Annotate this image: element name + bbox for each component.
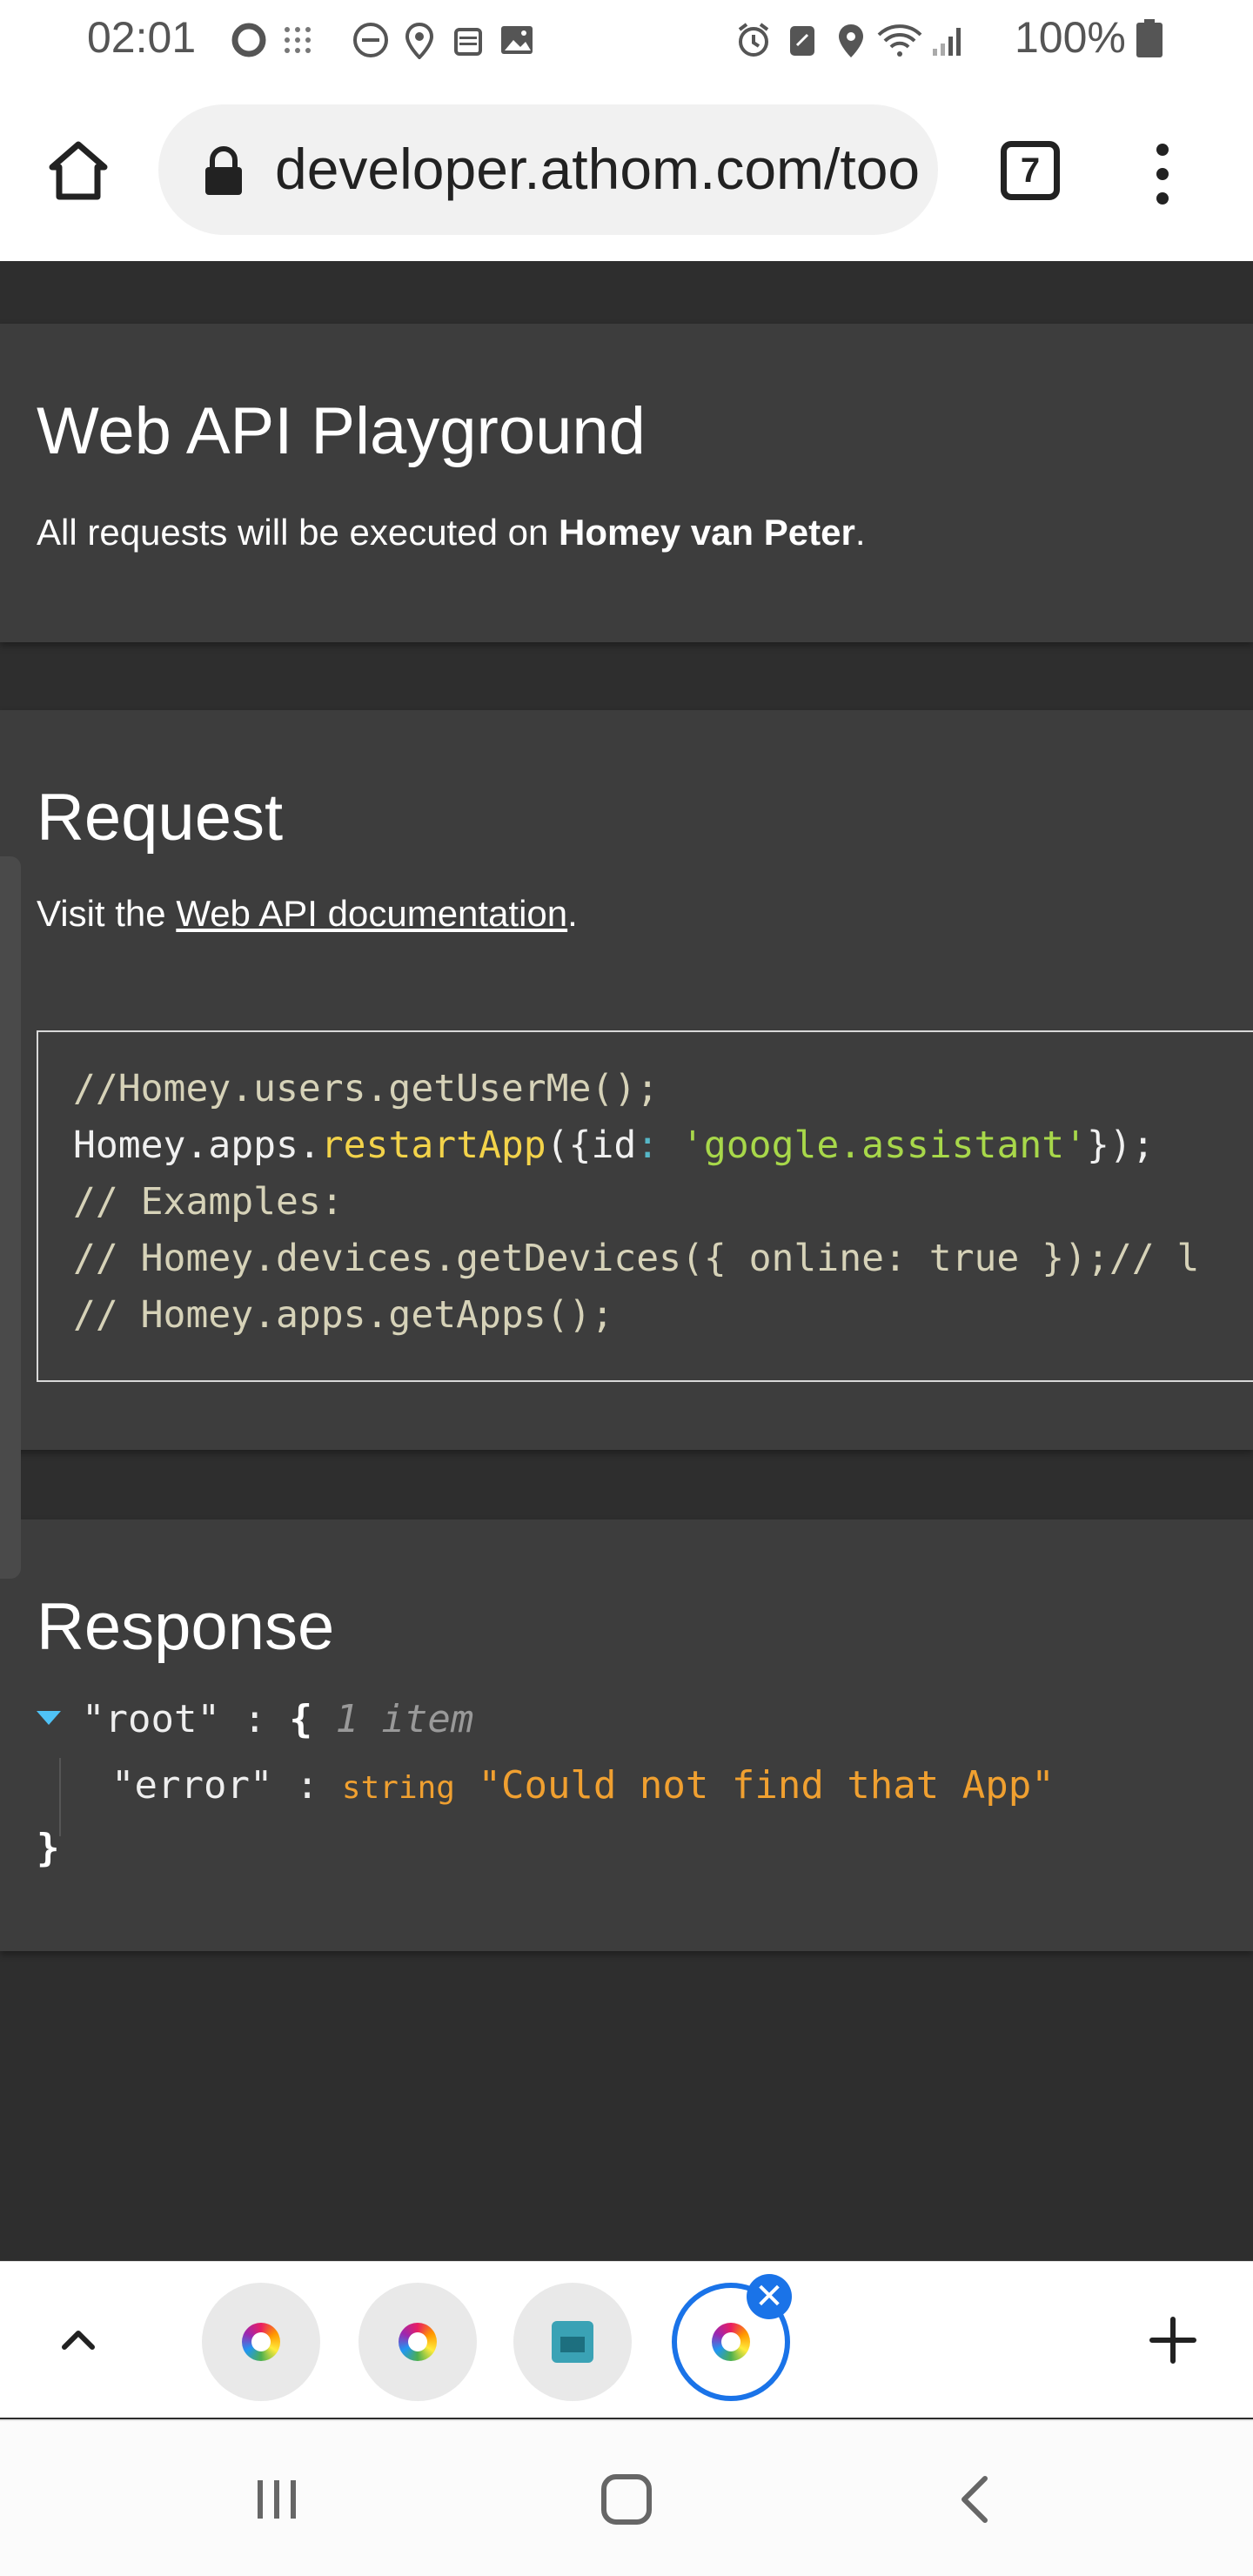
code-object: Homey.apps. [73, 1124, 321, 1167]
wifi-icon [875, 16, 924, 64]
homey-app-icon [242, 2323, 280, 2361]
tab-switcher-button[interactable]: 7 [1001, 141, 1060, 200]
image-icon [492, 16, 541, 64]
more-vertical-icon [1156, 144, 1169, 205]
signal-icon [924, 16, 973, 64]
code-line-1: //Homey.users.getUserMe(); [73, 1067, 660, 1110]
code-string: 'google.assistant' [681, 1124, 1088, 1167]
json-item-count: 1 item [335, 1697, 474, 1741]
dnd-icon [346, 16, 395, 64]
json-close-brace: } [37, 1826, 60, 1870]
json-error-key: "error" [111, 1763, 273, 1808]
json-open-brace: { [289, 1697, 312, 1741]
homey-app-icon [712, 2323, 750, 2361]
json-root-row[interactable]: "root" : { 1 item [37, 1697, 473, 1741]
location-icon [827, 16, 875, 64]
chevron-up-icon [62, 2331, 95, 2350]
web-page[interactable]: Web API Playground All requests will be … [0, 261, 1253, 2261]
page-description: All requests will be executed on Homey v… [37, 512, 866, 553]
json-indent-guide [59, 1758, 61, 1836]
close-tab-button[interactable]: ✕ [747, 2274, 792, 2319]
json-type-label: string [341, 1770, 455, 1806]
status-icons-right [729, 16, 973, 64]
json-error-value: "Could not find that App" [478, 1763, 1055, 1808]
ring-icon [224, 16, 273, 64]
grid-dots-icon [273, 16, 322, 64]
alarm-clock-icon [444, 16, 492, 64]
status-bar: 02:01 100% [0, 0, 1253, 78]
address-bar[interactable]: developer.athom.com/too [158, 104, 938, 235]
request-card: Request Visit the Web API documentation.… [0, 710, 1253, 1450]
homey-app-icon [399, 2323, 437, 2361]
page-title: Web API Playground [37, 394, 646, 468]
location-pin-icon [395, 16, 444, 64]
menu-button[interactable] [1145, 139, 1180, 209]
description-prefix: All requests will be executed on [37, 512, 559, 553]
code-line-4: // Homey.devices.getDevices({ online: tr… [73, 1237, 1200, 1280]
home-button[interactable] [44, 136, 113, 205]
status-icons-left [224, 16, 541, 64]
tab-homey-2[interactable] [358, 2283, 477, 2401]
alarm-icon [729, 16, 778, 64]
back-button[interactable] [941, 2466, 1011, 2532]
code-line-3: // Examples: [73, 1180, 344, 1224]
request-description: Visit the Web API documentation. [37, 893, 578, 935]
battery-percent: 100% [1015, 13, 1126, 62]
home-square-icon [601, 2474, 652, 2525]
status-time: 02:01 [87, 13, 197, 62]
tab-homey-1[interactable] [202, 2283, 320, 2401]
browser-toolbar: developer.athom.com/too 7 [0, 78, 1253, 261]
back-chevron-icon [962, 2476, 988, 2523]
json-sep-2: : [272, 1763, 342, 1808]
code-args-open: ({id [546, 1124, 637, 1167]
battery-icon [1136, 19, 1163, 57]
scroll-handle[interactable] [0, 856, 21, 1579]
visit-prefix: Visit the [37, 893, 177, 934]
tab-strip: ✕ [0, 2261, 1253, 2418]
tab-home[interactable] [513, 2283, 632, 2401]
code-args-close: }); [1087, 1124, 1155, 1167]
lock-icon [200, 146, 247, 197]
home-nav-button[interactable] [592, 2466, 661, 2532]
code-line-2: Homey.apps.restartApp({id: 'google.assis… [73, 1124, 1155, 1167]
expand-tabs-button[interactable] [50, 2312, 106, 2368]
code-editor[interactable]: //Homey.users.getUserMe(); Homey.apps.re… [37, 1030, 1253, 1382]
json-sep: : [219, 1697, 290, 1741]
description-suffix: . [854, 512, 866, 553]
recents-icon [258, 2480, 296, 2519]
request-title: Request [37, 781, 284, 855]
json-root-key: "root" [82, 1697, 220, 1741]
system-nav-bar [0, 2419, 1253, 2576]
visit-suffix: . [567, 893, 578, 934]
response-card: Response "root" : { 1 item "error" : str… [0, 1519, 1253, 1951]
code-function: restartApp [320, 1124, 546, 1167]
web-api-doc-link[interactable]: Web API documentation [176, 893, 567, 934]
new-tab-button[interactable] [1145, 2312, 1201, 2368]
header-card: Web API Playground All requests will be … [0, 324, 1253, 642]
code-line-5: // Homey.apps.getApps(); [73, 1293, 614, 1337]
url-text: developer.athom.com/too [275, 137, 921, 201]
expand-caret-icon[interactable] [37, 1711, 61, 1725]
json-error-row: "error" : string "Could not find that Ap… [111, 1763, 1055, 1808]
nfc-icon [778, 16, 827, 64]
plus-icon [1149, 2317, 1196, 2364]
response-title: Response [37, 1590, 335, 1664]
json-close-row: } [37, 1826, 60, 1870]
code-colon: : [636, 1124, 682, 1167]
recent-apps-button[interactable] [242, 2466, 312, 2532]
device-name: Homey van Peter [559, 512, 855, 553]
home-icon [552, 2321, 593, 2363]
home-icon [49, 141, 108, 200]
